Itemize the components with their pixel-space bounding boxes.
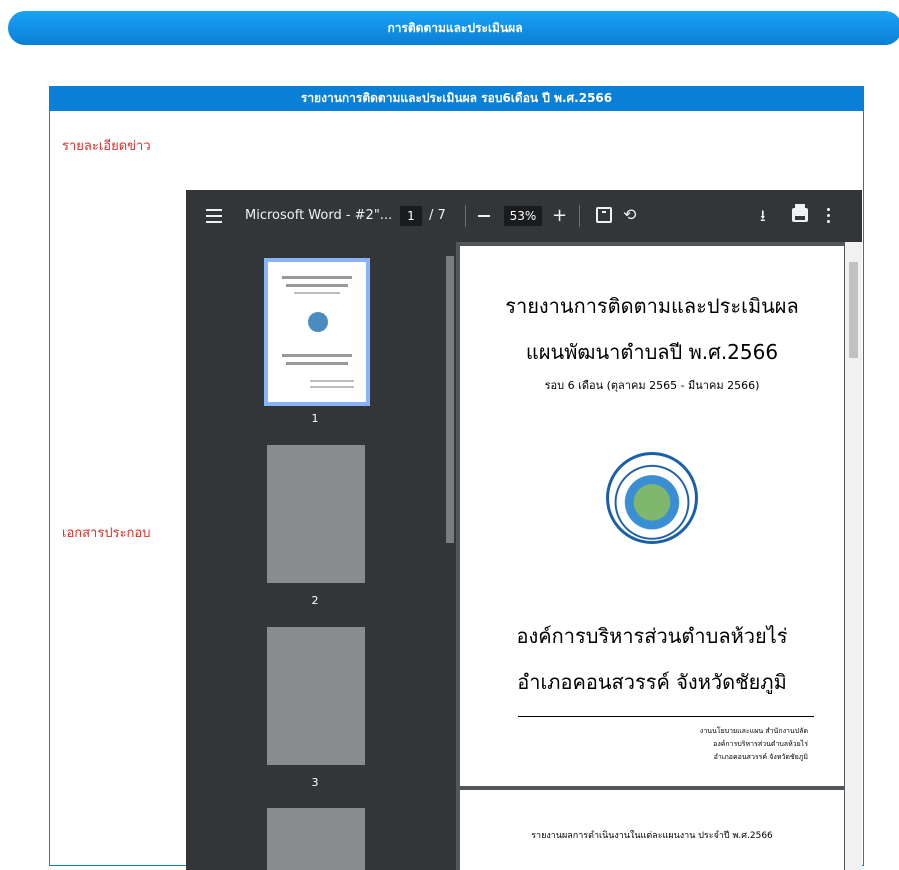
detail-label: รายละเอียดข่าว (62, 139, 151, 154)
sidebar-scrollbar[interactable] (444, 242, 456, 870)
thumbnail-page-2[interactable] (267, 445, 365, 583)
thumbnail-number: 1 (311, 412, 319, 425)
more-options-icon[interactable] (827, 208, 830, 226)
thumbnail-number: 2 (311, 594, 319, 607)
page2-title-line1: รายงานผลการดำเนินงานในแต่ละแผนงาน ประจำป… (531, 831, 773, 841)
thumbnail-page-3[interactable] (267, 627, 365, 765)
pdf-viewer: Microsoft Word - #2"... 1 / 7 53% + ⟲ ⭳ (186, 190, 862, 870)
page-number-input[interactable]: 1 (400, 206, 422, 226)
fit-page-icon[interactable] (596, 207, 612, 223)
banner-title: การติดตามและประเมินผล (387, 20, 523, 35)
page1-footer-line3: อำเภอคอนสวรรค์ จังหวัดชัยภูมิ (713, 753, 808, 761)
page1-title-line2: แผนพัฒนาตำบลปี พ.ศ.2566 (525, 340, 779, 364)
pdf-toolbar: Microsoft Word - #2"... 1 / 7 53% + ⟲ ⭳ (186, 190, 862, 242)
thumbnail-sidebar: 1 2 3 (186, 242, 444, 870)
thumbnail-page-4[interactable] (267, 808, 365, 870)
page-banner: การติดตามและประเมินผล (8, 11, 899, 45)
document-title: Microsoft Word - #2"... (245, 208, 393, 223)
zoom-out-icon[interactable] (478, 215, 490, 217)
toolbar-divider (579, 205, 580, 227)
thumbnail-page-1[interactable] (264, 258, 370, 406)
page1-footer-line2: องค์การบริหารส่วนตำบลห้วยไร่ (713, 740, 808, 748)
menu-icon[interactable] (206, 209, 222, 223)
organization-seal-icon (606, 452, 698, 544)
page-total: / 7 (429, 208, 446, 223)
pdf-page-2: รายงานผลการดำเนินงานในแต่ละแผนงาน ประจำป… (460, 790, 844, 870)
page-scrollbar[interactable] (845, 242, 862, 870)
panel-header: รายงานการติดตามและประเมินผล รอบ6เดือน ปี… (50, 86, 863, 111)
page1-footer-line1: งานนโยบายและแผน สำนักงานปลัด (699, 727, 808, 735)
page1-title-line1: รายงานการติดตามและประเมินผล (505, 294, 799, 318)
print-icon[interactable] (792, 204, 808, 222)
page1-org-line1: องค์การบริหารส่วนตำบลห้วยไร่ (516, 624, 788, 648)
zoom-level-input[interactable]: 53% (504, 206, 542, 226)
page1-subtitle: รอบ 6 เดือน (ตุลาคม 2565 - มีนาคม 2566) (544, 379, 760, 392)
panel-title: รายงานการติดตามและประเมินผล รอบ6เดือน ปี… (300, 91, 613, 105)
rotate-icon[interactable]: ⟲ (623, 205, 636, 224)
pdf-page-1: รายงานการติดตามและประเมินผล แผนพัฒนาตำบล… (460, 246, 844, 786)
download-icon[interactable]: ⭳ (760, 205, 766, 232)
thumbnail-number: 3 (311, 776, 319, 789)
page1-org-line2: อำเภอคอนสวรรค์ จังหวัดชัยภูมิ (517, 670, 787, 694)
attachment-label: เอกสารประกอบ (62, 526, 151, 541)
zoom-in-icon[interactable]: + (552, 206, 567, 226)
page1-divider (518, 716, 814, 717)
toolbar-divider (465, 205, 466, 227)
